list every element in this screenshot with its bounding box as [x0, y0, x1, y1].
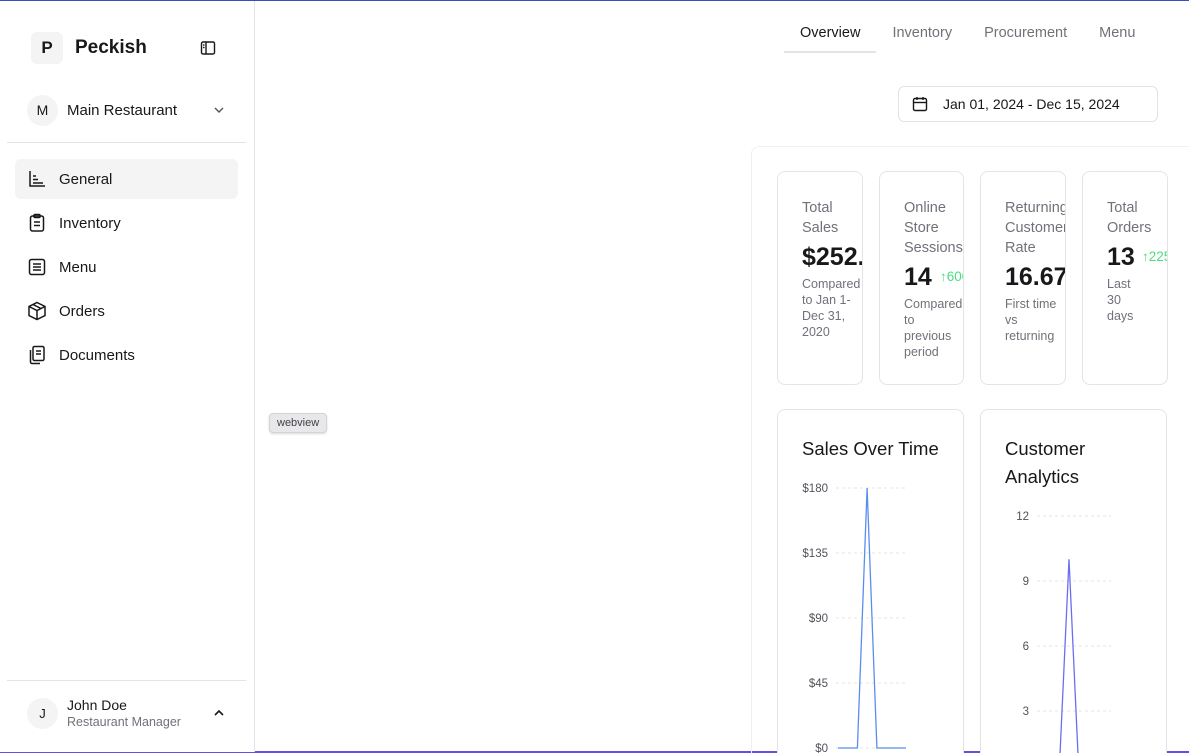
sidebar-item-label: Orders — [59, 302, 105, 320]
y-tick-label: 6 — [1023, 641, 1029, 653]
y-tick-label: $0 — [815, 743, 828, 753]
sidebar-item-inventory[interactable]: Inventory — [15, 203, 238, 243]
series-line — [1059, 559, 1079, 753]
y-tick-label: $180 — [802, 483, 828, 495]
overview-panel: Total Sales $252.2 Compared to Jan 1-Dec… — [751, 146, 1189, 753]
chart-icon — [29, 171, 45, 187]
kpi-value: 14 — [904, 263, 932, 291]
sidebar-item-label: General — [59, 170, 113, 188]
list-icon — [28, 258, 46, 276]
sidebar-item-orders[interactable]: Orders — [15, 291, 238, 331]
sidebar-item-label: Documents — [59, 346, 135, 364]
tab-bar: Overview Inventory Procurement Menu — [784, 15, 1151, 53]
sidebar-item-documents[interactable]: Documents — [15, 335, 238, 375]
tab-menu[interactable]: Menu — [1083, 15, 1151, 53]
y-tick-label: 3 — [1023, 706, 1029, 718]
kpi-note: First time vs returning — [1005, 297, 1057, 343]
customer-analytics-card: Customer Analytics 12 9 6 3 — [980, 409, 1167, 753]
user-info: John Doe Restaurant Manager — [67, 696, 181, 730]
date-range-text: Jan 01, 2024 - Dec 15, 2024 — [943, 96, 1120, 112]
documents-icon — [29, 345, 45, 365]
y-tick-label: 12 — [1016, 511, 1029, 523]
kpi-card-total-orders: Total Orders 13 ↑225% Last 30 days — [1082, 171, 1168, 385]
chevron-up-icon — [214, 709, 224, 716]
avatar: J — [27, 697, 58, 729]
y-tick-label: $135 — [802, 548, 828, 560]
kpi-title: Total Orders — [1107, 200, 1152, 236]
restaurant-select[interactable]: M Main Restaurant — [27, 93, 227, 127]
kpi-note: Last 30 days — [1107, 277, 1134, 323]
kpi-title: Returning Customer Rate — [1005, 200, 1066, 256]
user-menu[interactable]: J John Doe Restaurant Manager — [27, 695, 232, 731]
kpi-card-online-sessions: Online Store Sessions 14 ↑600% Compared … — [879, 171, 964, 385]
user-role: Restaurant Manager — [67, 715, 181, 729]
sidebar-item-label: Inventory — [59, 214, 121, 232]
sidebar-item-general[interactable]: General — [15, 159, 238, 199]
chevron-down-icon — [214, 107, 224, 113]
tab-inventory[interactable]: Inventory — [876, 15, 968, 53]
tab-procurement[interactable]: Procurement — [968, 15, 1083, 53]
sidebar-item-menu[interactable]: Menu — [15, 247, 238, 287]
user-name: John Doe — [67, 697, 127, 713]
brand: P Peckish — [31, 32, 147, 64]
package-icon — [28, 301, 46, 321]
webview-tooltip: webview — [269, 413, 328, 433]
brand-name: Peckish — [75, 37, 147, 58]
brand-logo: P — [31, 32, 63, 64]
sidebar-item-label: Menu — [59, 258, 97, 276]
sidebar-nav: General Inventory Menu Orders Documents — [15, 159, 238, 379]
kpi-title: Online Store Sessions — [904, 200, 963, 256]
restaurant-avatar: M — [27, 94, 58, 126]
tab-overview[interactable]: Overview — [784, 15, 877, 53]
kpi-card-total-sales: Total Sales $252.2 Compared to Jan 1-Dec… — [777, 171, 863, 385]
date-range-picker[interactable]: Jan 01, 2024 - Dec 15, 2024 — [898, 86, 1158, 122]
kpi-note: Compared to Jan 1-Dec 31, 2020 — [802, 277, 861, 339]
kpi-value: $252.2 — [802, 243, 862, 271]
kpi-delta: ↑225% — [1142, 249, 1167, 264]
kpi-value: 16.67% — [1005, 263, 1065, 291]
kpi-card-returning-rate: Returning Customer Rate 16.67% First tim… — [980, 171, 1066, 385]
calendar-icon — [912, 97, 928, 112]
restaurant-name: Main Restaurant — [67, 101, 178, 119]
y-tick-label: 9 — [1023, 576, 1029, 588]
kpi-value: 13 — [1107, 243, 1135, 271]
y-tick-label: $45 — [809, 678, 828, 690]
clipboard-icon — [29, 213, 45, 232]
kpi-delta: ↑600% — [940, 269, 963, 284]
kpi-note: Compared to previous period — [904, 297, 963, 359]
kpi-title: Total Sales — [802, 200, 839, 236]
divider — [7, 142, 246, 143]
customer-analytics-chart: 12 9 6 3 — [1016, 511, 1111, 753]
divider — [7, 680, 246, 681]
sidebar: P Peckish M Main Restaurant General Inve… — [0, 1, 255, 752]
y-tick-label: $90 — [809, 613, 828, 625]
sales-over-time-chart: $180 $135 $90 $45 $0 — [802, 483, 908, 753]
sales-over-time-card: Sales Over Time $180 $135 $90 $45 $0 — [777, 409, 964, 753]
sidebar-toggle-icon[interactable] — [200, 40, 216, 56]
